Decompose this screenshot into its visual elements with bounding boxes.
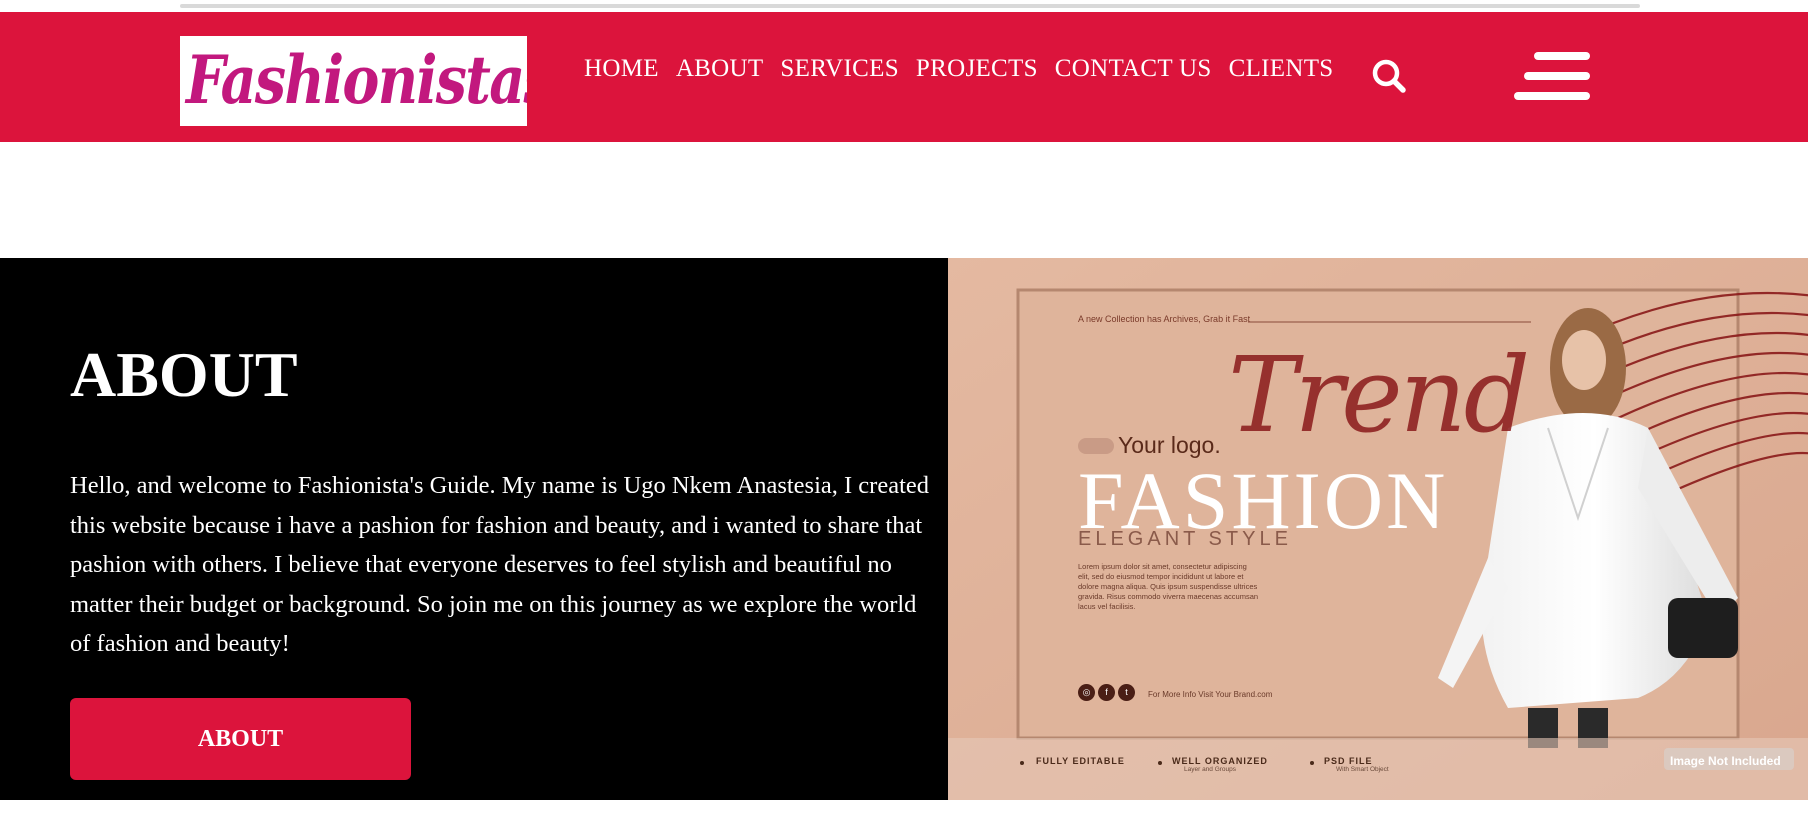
nav-clients[interactable]: CLIENTS bbox=[1229, 54, 1334, 84]
promo-banner-image: A new Collection has Archives, Grab it F… bbox=[948, 258, 1808, 800]
promo-lorem: Lorem ipsum dolor sit amet, consectetur … bbox=[1078, 562, 1259, 611]
promo-feature-sub: With Smart Object bbox=[1336, 766, 1389, 773]
logo-placeholder-icon bbox=[1078, 438, 1114, 454]
promo-subheadline: ELEGANT STYLE bbox=[1078, 528, 1292, 550]
logo-text: Fashionistas bbox=[186, 41, 527, 119]
spacer bbox=[0, 142, 1808, 258]
promo-feature: WELL ORGANIZED Layer and Groups bbox=[1172, 756, 1268, 773]
instagram-icon: ◎ bbox=[1078, 684, 1095, 701]
promo-feature-sub: Layer and Groups bbox=[1184, 766, 1237, 773]
promo-feature: FULLY EDITABLE bbox=[1036, 756, 1125, 766]
nav-about[interactable]: ABOUT bbox=[676, 54, 764, 84]
promo-script-word: Trend bbox=[1228, 334, 1530, 456]
nav-services[interactable]: SERVICES bbox=[780, 54, 898, 84]
hamburger-menu-icon[interactable] bbox=[1512, 50, 1592, 104]
promo-more-info: For More Info Visit Your Brand.com bbox=[1148, 690, 1273, 699]
promo-feature: PSD FILE With Smart Object bbox=[1324, 756, 1389, 773]
promo-image-note: Image Not Included bbox=[1670, 754, 1781, 768]
facebook-icon: f bbox=[1098, 684, 1115, 701]
promo-feature-title: FULLY EDITABLE bbox=[1036, 756, 1125, 766]
main-nav: HOME ABOUT SERVICES PROJECTS CONTACT US … bbox=[584, 54, 1333, 84]
scroll-indicator bbox=[180, 4, 1640, 8]
promo-feature-title: PSD FILE bbox=[1324, 756, 1373, 766]
nav-home[interactable]: HOME bbox=[584, 54, 659, 84]
nav-contact-us[interactable]: CONTACT US bbox=[1055, 54, 1212, 84]
about-button[interactable]: ABOUT bbox=[70, 698, 411, 780]
about-section: ABOUT Hello, and welcome to Fashionista'… bbox=[0, 258, 948, 800]
browser-top-strip bbox=[0, 0, 1808, 12]
search-icon[interactable] bbox=[1370, 57, 1408, 95]
promo-social-icons: ◎ f t bbox=[1078, 684, 1135, 701]
about-title: ABOUT bbox=[70, 339, 298, 410]
site-logo[interactable]: Fashionistas bbox=[180, 36, 527, 126]
promo-feature-title: WELL ORGANIZED bbox=[1172, 756, 1268, 766]
twitter-icon: t bbox=[1118, 684, 1135, 701]
nav-projects[interactable]: PROJECTS bbox=[916, 54, 1038, 84]
about-text: Hello, and welcome to Fashionista's Guid… bbox=[70, 472, 929, 657]
site-header: Fashionistas HOME ABOUT SERVICES PROJECT… bbox=[0, 12, 1808, 142]
promo-tagline: A new Collection has Archives, Grab it F… bbox=[1078, 314, 1251, 324]
